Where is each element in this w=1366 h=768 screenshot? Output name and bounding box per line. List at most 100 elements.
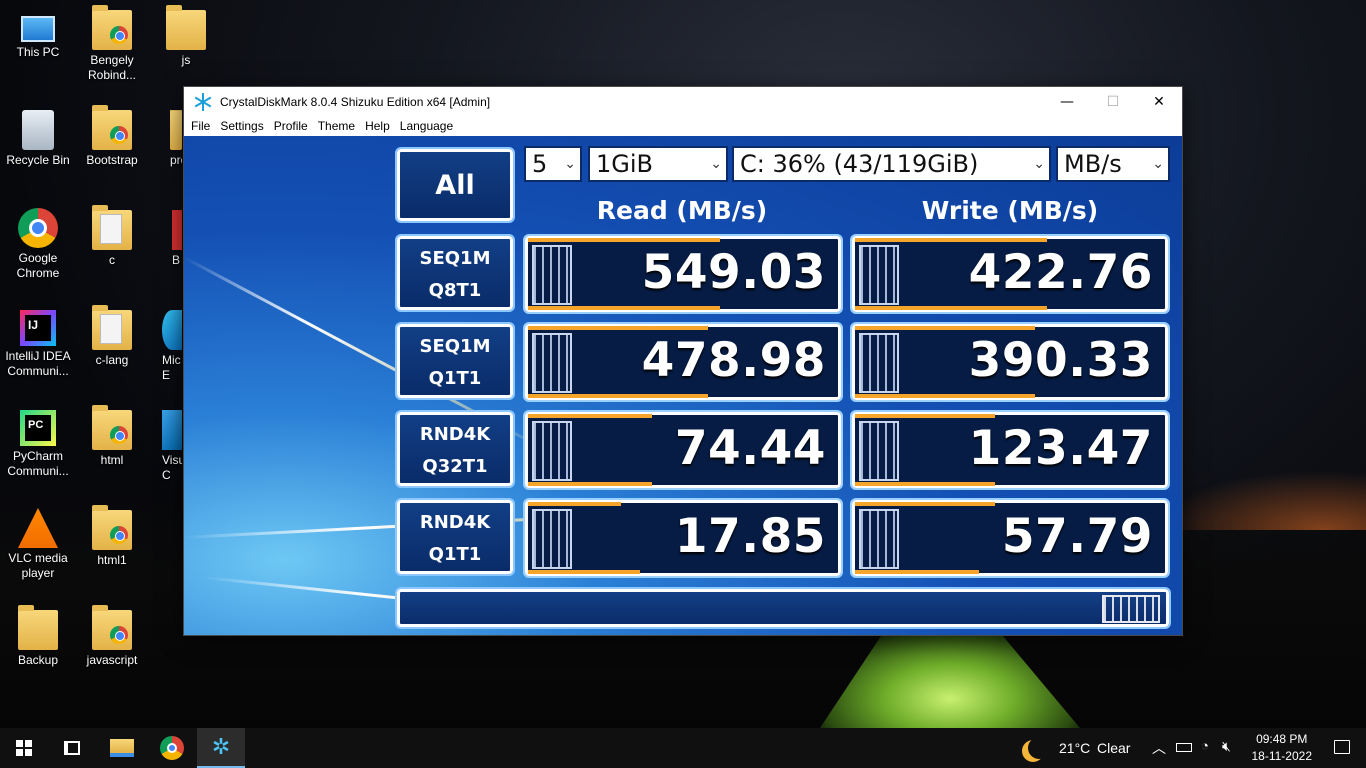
- weather-temperature[interactable]: 21°C: [1059, 740, 1090, 756]
- battery-icon[interactable]: [1176, 743, 1192, 752]
- desktop-icon-c-lang[interactable]: c-lang: [74, 305, 150, 368]
- desktop-icon-label: Google Chrome: [16, 251, 60, 280]
- chevron-down-icon: ⌄: [564, 156, 576, 172]
- weather-condition[interactable]: Clear: [1097, 740, 1130, 756]
- desktop-icon-html[interactable]: html: [74, 405, 150, 468]
- drive-select[interactable]: C: 36% (43/119GiB) ⌄: [732, 146, 1051, 182]
- desktop-icon-js[interactable]: js: [148, 5, 224, 68]
- test-name: RND4K: [419, 512, 491, 533]
- meter-grid-icon: [532, 421, 572, 481]
- desktop-icon-google-chrome[interactable]: Google Chrome: [0, 208, 76, 281]
- desktop-icon-pro[interactable]: pro: [148, 110, 182, 168]
- test-button-rnd4k-q32t1[interactable]: RND4K Q32T1: [395, 410, 515, 488]
- volume-muted-icon[interactable]: 🔇︎: [1222, 738, 1231, 755]
- folder-icon: [92, 305, 132, 350]
- edge-icon: [162, 310, 182, 350]
- desktop-icon-label: Mic E: [162, 353, 181, 382]
- mascot-decoration-icon: [1102, 595, 1160, 623]
- desktop-icon-c[interactable]: c: [74, 205, 150, 268]
- meter-grid-icon: [859, 509, 899, 569]
- desktop-icon-backup[interactable]: Backup: [0, 605, 76, 668]
- test-params: Q8T1: [428, 280, 482, 301]
- desktop-icon-label: Visua C: [162, 453, 182, 482]
- system-clock[interactable]: 09:48 PM 18-11-2022: [1252, 731, 1313, 765]
- test-params: Q1T1: [428, 544, 482, 565]
- vscode-icon: [162, 410, 182, 450]
- pycharm-icon: PC: [20, 410, 56, 446]
- start-button[interactable]: [0, 728, 48, 768]
- write-column-header: Write (MB/s): [921, 196, 1099, 225]
- network-icon[interactable]: ◔: [1201, 738, 1209, 753]
- chevron-down-icon: ⌄: [710, 156, 722, 172]
- unit-select[interactable]: MB/s ⌄: [1056, 146, 1170, 182]
- desktop-icon-recycle-bin[interactable]: Recycle Bin: [0, 110, 76, 168]
- desktop-icon-javascript[interactable]: javascript: [74, 605, 150, 668]
- desktop-icon-pycharm[interactable]: PC PyCharm Communi...: [0, 410, 76, 479]
- status-bar: [395, 587, 1171, 629]
- crystaldiskmark-window: CrystalDiskMark 8.0.4 Shizuku Edition x6…: [183, 86, 1183, 636]
- desktop-icon-bootstrap[interactable]: Bootstrap: [74, 105, 150, 168]
- test-size-select[interactable]: 1GiB ⌄: [588, 146, 728, 182]
- pdf-icon: [172, 210, 182, 250]
- desktop-icon-label: IntelliJ IDEA Communi...: [5, 349, 71, 378]
- write-result-box: 123.47: [850, 410, 1170, 490]
- window-title: CrystalDiskMark 8.0.4 Shizuku Edition x6…: [220, 94, 491, 109]
- desktop-icon-label: B: [172, 253, 181, 267]
- desktop-icon-label: Backup: [17, 653, 59, 667]
- desktop-icon-label: html: [100, 453, 124, 467]
- menu-help[interactable]: Help: [360, 119, 395, 133]
- drive-value: C: 36% (43/119GiB): [740, 150, 979, 178]
- taskbar-chrome[interactable]: [148, 728, 196, 768]
- meter-grid-icon: [859, 421, 899, 481]
- notifications-icon[interactable]: [1334, 740, 1350, 754]
- chevron-up-icon[interactable]: ︿: [1152, 738, 1166, 758]
- menu-language[interactable]: Language: [395, 119, 458, 133]
- read-result-box: 549.03: [523, 234, 843, 314]
- desktop-icon-label: VLC media player: [8, 551, 68, 580]
- read-result-value: 549.03: [641, 245, 826, 300]
- folder-icon: [170, 110, 182, 150]
- test-button-seq1m-q1t1[interactable]: SEQ1M Q1T1: [395, 322, 515, 400]
- desktop-icon-this-pc[interactable]: This PC: [0, 10, 76, 60]
- minimize-button[interactable]: —: [1044, 87, 1090, 116]
- desktop-icon-b[interactable]: B: [148, 210, 182, 268]
- desktop-icon-html1[interactable]: html1: [74, 505, 150, 568]
- menu-theme[interactable]: Theme: [313, 119, 360, 133]
- meter-grid-icon: [532, 245, 572, 305]
- menu-file[interactable]: File: [186, 119, 215, 133]
- write-result-value: 123.47: [968, 421, 1153, 476]
- clock-time: 09:48 PM: [1256, 732, 1308, 746]
- desktop-icon-vlc[interactable]: VLC media player: [0, 508, 76, 581]
- test-name: RND4K: [419, 424, 491, 445]
- desktop-icon-label: c: [109, 253, 115, 267]
- test-params: Q1T1: [428, 368, 482, 389]
- chrome-icon: [160, 736, 184, 760]
- crystaldiskmark-app-icon: [194, 92, 212, 111]
- desktop-icon-visual[interactable]: Visua C: [148, 410, 182, 483]
- taskbar-crystaldiskmark[interactable]: ✲: [197, 728, 245, 768]
- test-count-select[interactable]: 5 ⌄: [524, 146, 582, 182]
- read-result-box: 74.44: [523, 410, 843, 490]
- unit-value: MB/s: [1064, 150, 1122, 178]
- read-result-value: 74.44: [674, 421, 826, 476]
- run-all-button[interactable]: All: [395, 147, 515, 223]
- windows-logo-icon: [16, 740, 32, 756]
- close-button[interactable]: ✕: [1136, 87, 1182, 116]
- taskbar-file-explorer[interactable]: [98, 728, 146, 768]
- desktop-icon-label: This PC: [16, 45, 60, 59]
- maximize-button[interactable]: ☐: [1090, 87, 1136, 116]
- desktop-icon-mic[interactable]: Mic E: [148, 310, 182, 383]
- menu-settings[interactable]: Settings: [215, 119, 268, 133]
- desktop-icon-intellij[interactable]: IJ IntelliJ IDEA Communi...: [0, 310, 76, 379]
- title-bar[interactable]: CrystalDiskMark 8.0.4 Shizuku Edition x6…: [184, 87, 1182, 116]
- test-button-seq1m-q8t1[interactable]: SEQ1M Q8T1: [395, 234, 515, 312]
- menu-profile[interactable]: Profile: [269, 119, 313, 133]
- test-button-rnd4k-q1t1[interactable]: RND4K Q1T1: [395, 498, 515, 576]
- intellij-icon: IJ: [20, 310, 56, 346]
- vlc-icon: [18, 508, 58, 548]
- write-result-value: 57.79: [1001, 509, 1153, 564]
- desktop-icon-bengely[interactable]: Bengely Robind...: [74, 5, 150, 83]
- write-result-value: 390.33: [968, 333, 1153, 388]
- task-view-button[interactable]: [48, 728, 96, 768]
- desktop-icon-label: PyCharm Communi...: [7, 449, 69, 478]
